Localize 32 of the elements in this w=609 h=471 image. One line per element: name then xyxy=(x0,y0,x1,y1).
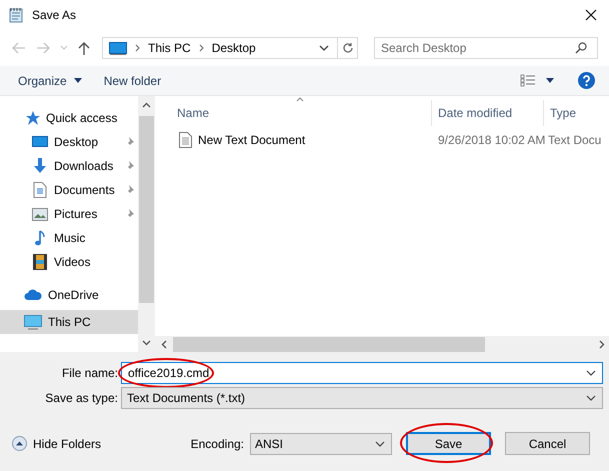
nav-item[interactable]: Music xyxy=(0,226,138,250)
cancel-button[interactable]: Cancel xyxy=(505,432,590,455)
file-type: Text Docu xyxy=(547,133,602,147)
file-name: New Text Document xyxy=(198,133,306,147)
file-type-dropdown[interactable]: Text Documents (*.txt) xyxy=(121,386,603,408)
field-label: Encoding: xyxy=(190,436,244,450)
address-bar[interactable]: This PC Desktop xyxy=(102,37,358,59)
organize-menu[interactable]: Organize xyxy=(18,74,82,88)
hide-folders-button[interactable]: Hide Folders xyxy=(12,436,102,451)
new-folder-button[interactable]: New folder xyxy=(104,74,162,88)
file-name-field[interactable]: office2019.cmd xyxy=(121,362,603,384)
save-button[interactable]: Save xyxy=(406,432,491,455)
nav-item[interactable]: This PC xyxy=(0,310,138,334)
breadcrumb[interactable]: Desktop xyxy=(212,41,256,55)
nav-item[interactable]: Pictures xyxy=(0,202,138,226)
window-title: Save As xyxy=(32,8,78,22)
file-date: 9/26/2018 10:02 AM xyxy=(437,133,544,147)
field-label: Save as type: xyxy=(44,390,119,404)
field-label: File name: xyxy=(60,366,119,380)
nav-item[interactable]: Documents xyxy=(0,178,138,202)
nav-item[interactable]: Quick access xyxy=(0,106,138,130)
column-header[interactable]: Date modified xyxy=(432,100,544,126)
column-header[interactable]: Name xyxy=(155,100,432,126)
nav-item[interactable]: Desktop xyxy=(0,130,138,154)
search-field[interactable]: Search Desktop xyxy=(374,37,598,59)
nav-item[interactable]: Videos xyxy=(0,250,138,274)
nav-item[interactable]: Downloads xyxy=(0,154,138,178)
column-header[interactable]: Type xyxy=(544,100,609,126)
breadcrumb[interactable]: This PC xyxy=(148,41,191,55)
encoding-dropdown[interactable]: ANSI xyxy=(250,432,392,454)
nav-item[interactable]: OneDrive xyxy=(0,283,138,307)
file-row[interactable]: New Text Document 9/26/2018 10:02 AM Text Docu xyxy=(155,129,609,151)
